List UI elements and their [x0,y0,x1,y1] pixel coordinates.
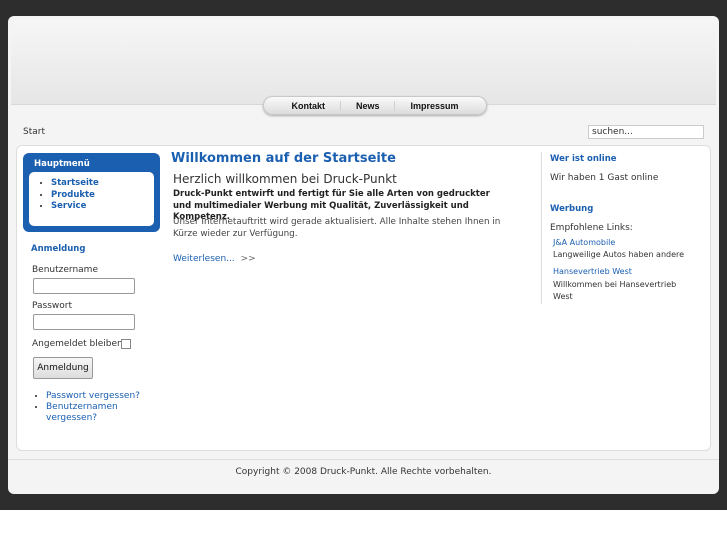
readmore: Weiterlesen... >> [173,254,256,264]
ad-desc: Langweilige Autos haben andere [553,250,685,259]
ads-intro: Empfohlene Links: [550,223,633,233]
nav-impressum[interactable]: Impressum [395,101,473,111]
online-text: Wir haben 1 Gast online [550,173,659,183]
top-nav: Kontakt News Impressum [263,96,487,115]
readmore-link[interactable]: Weiterlesen... [173,254,235,264]
login-title: Anmeldung [31,244,86,254]
menu-item-startseite[interactable]: Startseite [51,178,154,190]
ad-desc: Willkommen bei Hansevertrieb West [553,280,677,301]
forgot-username-link[interactable]: Benutzernamen vergessen? [46,402,143,424]
article-title[interactable]: Willkommen auf der Startseite [171,151,396,166]
readmore-arrow: >> [240,254,256,264]
remember-checkbox[interactable] [121,339,131,349]
menu-item-service[interactable]: Service [51,201,154,213]
username-field[interactable] [33,278,135,294]
content-area: Hauptmenü Startseite Produkte Service An… [16,145,711,451]
nav-kontakt[interactable]: Kontakt [276,100,341,111]
ad-link-hansevertrieb[interactable]: Hansevertrieb West [553,267,632,276]
remember-label: Angemeldet bleiben [32,339,123,349]
password-label: Passwort [32,301,73,311]
ad-link-ja-automobile[interactable]: J&A Automobile [553,238,615,247]
article-subtitle: Herzlich willkommen bei Druck-Punkt [173,172,397,186]
ads-title: Werbung [550,204,594,214]
header-banner [11,19,716,105]
article-body: Unser Internetauftritt wird gerade aktua… [173,217,501,239]
password-field[interactable] [33,314,135,330]
footer-divider [8,459,719,460]
right-divider [541,152,542,304]
main-menu: Hauptmenü Startseite Produkte Service [23,153,160,232]
forgot-password-link[interactable]: Passwort vergessen? [46,391,143,402]
online-title: Wer ist online [550,154,617,164]
breadcrumb[interactable]: Start [23,127,45,137]
main-menu-title: Hauptmenü [34,159,90,169]
nav-news[interactable]: News [341,100,396,111]
site-frame: Kontakt News Impressum Start Hauptmenü S… [8,16,719,494]
username-label: Benutzername [32,265,98,275]
menu-item-produkte[interactable]: Produkte [51,190,154,202]
footer-copyright: Copyright © 2008 Druck-Punkt. Alle Recht… [235,467,492,477]
search-input[interactable] [588,125,704,139]
login-button[interactable]: Anmeldung [33,357,93,379]
